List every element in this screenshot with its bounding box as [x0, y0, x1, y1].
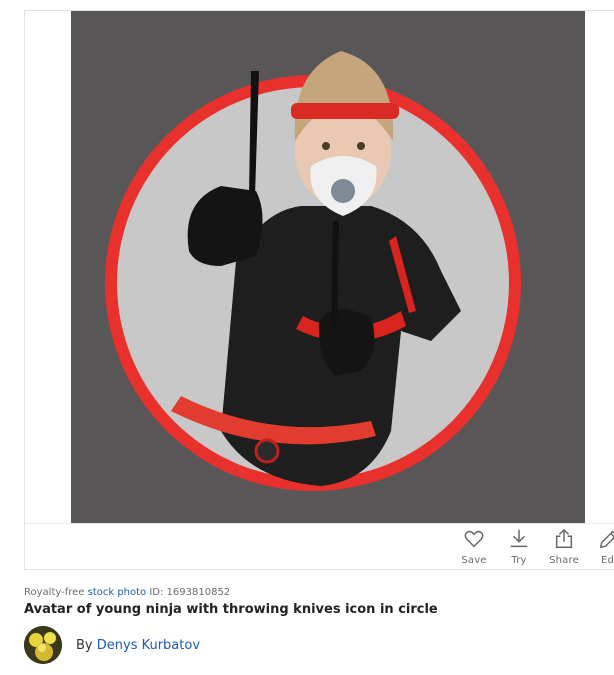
author-row: By Denys Kurbatov	[24, 626, 200, 664]
try-button[interactable]: Try	[497, 528, 541, 566]
try-label: Try	[511, 555, 527, 566]
image-actions-bar: Save Try Share Ed	[25, 523, 614, 571]
author-by: By	[76, 637, 97, 653]
share-button[interactable]: Share	[542, 528, 586, 566]
edit-button[interactable]: Edi	[587, 528, 614, 566]
license-meta: Royalty-free stock photo ID: 1693810852	[24, 587, 230, 598]
edit-label: Edi	[600, 555, 614, 566]
avatar[interactable]	[24, 626, 62, 664]
save-button[interactable]: Save	[452, 528, 496, 566]
image-card: Save Try Share Ed	[24, 10, 614, 570]
edit-icon	[587, 528, 614, 552]
stock-photo-page: Save Try Share Ed Royalty-free stock pho…	[0, 0, 614, 675]
ninja-illustration	[105, 51, 521, 491]
stock-photo-link[interactable]: stock photo	[88, 587, 147, 598]
license-prefix: Royalty-free	[24, 587, 88, 598]
save-label: Save	[461, 555, 487, 566]
image-title: Avatar of young ninja with throwing kniv…	[24, 602, 438, 617]
heart-icon	[452, 528, 496, 552]
download-icon	[497, 528, 541, 552]
share-icon	[542, 528, 586, 552]
author-credit: By Denys Kurbatov	[76, 638, 200, 653]
image-id: ID: 1693810852	[146, 587, 231, 598]
share-label: Share	[549, 555, 579, 566]
author-name-link[interactable]: Denys Kurbatov	[97, 638, 200, 653]
stock-image[interactable]	[71, 11, 585, 523]
